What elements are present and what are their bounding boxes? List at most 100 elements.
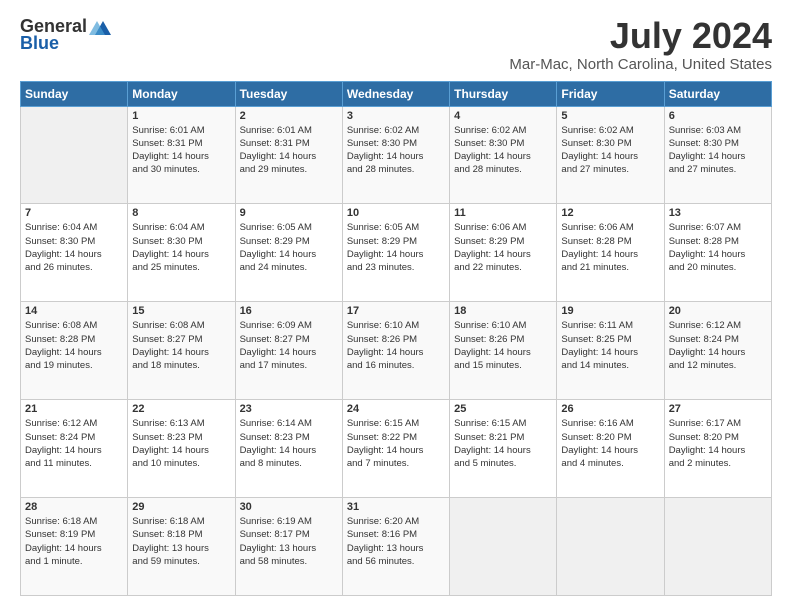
day-info: Sunrise: 6:19 AM Sunset: 8:17 PM Dayligh… bbox=[240, 515, 338, 568]
day-cell: 9 Sunrise: 6:05 AM Sunset: 8:29 PM Daylig… bbox=[235, 204, 342, 302]
day-number: 25 bbox=[454, 403, 552, 415]
day-cell: 10Sunrise: 6:05 AM Sunset: 8:29 PM Dayli… bbox=[342, 204, 449, 302]
day-number: 18 bbox=[454, 305, 552, 317]
header: General Blue July 2024 Mar-Mac, North Ca… bbox=[20, 16, 772, 73]
day-number: 3 bbox=[347, 110, 445, 122]
day-info: Sunrise: 6:15 AM Sunset: 8:22 PM Dayligh… bbox=[347, 417, 445, 470]
day-cell bbox=[664, 498, 771, 596]
day-number: 24 bbox=[347, 403, 445, 415]
day-info: Sunrise: 6:18 AM Sunset: 8:18 PM Dayligh… bbox=[132, 515, 230, 568]
day-number: 1 bbox=[132, 110, 230, 122]
calendar-header: SundayMondayTuesdayWednesdayThursdayFrid… bbox=[21, 81, 772, 106]
day-info: Sunrise: 6:06 AM Sunset: 8:29 PM Dayligh… bbox=[454, 221, 552, 274]
header-cell-monday: Monday bbox=[128, 81, 235, 106]
day-cell: 31 Sunrise: 6:20 AM Sunset: 8:16 PM Dayli… bbox=[342, 498, 449, 596]
day-number: 10 bbox=[347, 207, 445, 219]
day-number: 2 bbox=[240, 110, 338, 122]
header-row: SundayMondayTuesdayWednesdayThursdayFrid… bbox=[21, 81, 772, 106]
day-info: Sunrise: 6:02 AM Sunset: 8:30 PM Dayligh… bbox=[561, 124, 659, 177]
day-number: 16 bbox=[240, 305, 338, 317]
day-number: 29 bbox=[132, 501, 230, 513]
day-info: Sunrise: 6:10 AM Sunset: 8:26 PM Dayligh… bbox=[347, 319, 445, 372]
day-cell: 3Sunrise: 6:02 AM Sunset: 8:30 PM Daylig… bbox=[342, 106, 449, 204]
day-cell: 11 Sunrise: 6:06 AM Sunset: 8:29 PM Dayli… bbox=[450, 204, 557, 302]
page: General Blue July 2024 Mar-Mac, North Ca… bbox=[0, 0, 792, 612]
day-info: Sunrise: 6:04 AM Sunset: 8:30 PM Dayligh… bbox=[132, 221, 230, 274]
day-cell: 20Sunrise: 6:12 AM Sunset: 8:24 PM Dayli… bbox=[664, 302, 771, 400]
week-row-2: 7 Sunrise: 6:04 AM Sunset: 8:30 PM Daylig… bbox=[21, 204, 772, 302]
day-cell: 19 Sunrise: 6:11 AM Sunset: 8:25 PM Dayli… bbox=[557, 302, 664, 400]
day-number: 20 bbox=[669, 305, 767, 317]
day-number: 9 bbox=[240, 207, 338, 219]
day-cell: 13 Sunrise: 6:07 AM Sunset: 8:28 PM Dayli… bbox=[664, 204, 771, 302]
day-info: Sunrise: 6:11 AM Sunset: 8:25 PM Dayligh… bbox=[561, 319, 659, 372]
day-info: Sunrise: 6:10 AM Sunset: 8:26 PM Dayligh… bbox=[454, 319, 552, 372]
header-cell-thursday: Thursday bbox=[450, 81, 557, 106]
day-info: Sunrise: 6:15 AM Sunset: 8:21 PM Dayligh… bbox=[454, 417, 552, 470]
week-row-1: 1 Sunrise: 6:01 AM Sunset: 8:31 PM Daylig… bbox=[21, 106, 772, 204]
day-cell: 1 Sunrise: 6:01 AM Sunset: 8:31 PM Daylig… bbox=[128, 106, 235, 204]
day-number: 23 bbox=[240, 403, 338, 415]
day-number: 6 bbox=[669, 110, 767, 122]
week-row-3: 14 Sunrise: 6:08 AM Sunset: 8:28 PM Dayli… bbox=[21, 302, 772, 400]
day-number: 8 bbox=[132, 207, 230, 219]
header-cell-tuesday: Tuesday bbox=[235, 81, 342, 106]
day-cell: 18 Sunrise: 6:10 AM Sunset: 8:26 PM Dayli… bbox=[450, 302, 557, 400]
day-cell: 22Sunrise: 6:13 AM Sunset: 8:23 PM Dayli… bbox=[128, 400, 235, 498]
day-cell: 24 Sunrise: 6:15 AM Sunset: 8:22 PM Dayli… bbox=[342, 400, 449, 498]
day-cell: 5Sunrise: 6:02 AM Sunset: 8:30 PM Daylig… bbox=[557, 106, 664, 204]
day-number: 4 bbox=[454, 110, 552, 122]
day-info: Sunrise: 6:02 AM Sunset: 8:30 PM Dayligh… bbox=[454, 124, 552, 177]
header-cell-wednesday: Wednesday bbox=[342, 81, 449, 106]
day-info: Sunrise: 6:04 AM Sunset: 8:30 PM Dayligh… bbox=[25, 221, 123, 274]
day-cell bbox=[557, 498, 664, 596]
day-info: Sunrise: 6:07 AM Sunset: 8:28 PM Dayligh… bbox=[669, 221, 767, 274]
logo: General Blue bbox=[20, 16, 111, 54]
day-number: 11 bbox=[454, 207, 552, 219]
page-title: July 2024 bbox=[509, 16, 772, 56]
week-row-4: 21Sunrise: 6:12 AM Sunset: 8:24 PM Dayli… bbox=[21, 400, 772, 498]
day-number: 31 bbox=[347, 501, 445, 513]
day-number: 28 bbox=[25, 501, 123, 513]
day-cell: 27 Sunrise: 6:17 AM Sunset: 8:20 PM Dayli… bbox=[664, 400, 771, 498]
header-cell-saturday: Saturday bbox=[664, 81, 771, 106]
logo-blue: Blue bbox=[20, 33, 59, 54]
day-cell: 29 Sunrise: 6:18 AM Sunset: 8:18 PM Dayli… bbox=[128, 498, 235, 596]
day-number: 14 bbox=[25, 305, 123, 317]
logo-icon bbox=[89, 17, 111, 37]
day-number: 19 bbox=[561, 305, 659, 317]
day-number: 21 bbox=[25, 403, 123, 415]
day-number: 7 bbox=[25, 207, 123, 219]
day-cell: 7 Sunrise: 6:04 AM Sunset: 8:30 PM Daylig… bbox=[21, 204, 128, 302]
day-cell: 17 Sunrise: 6:10 AM Sunset: 8:26 PM Dayli… bbox=[342, 302, 449, 400]
day-info: Sunrise: 6:14 AM Sunset: 8:23 PM Dayligh… bbox=[240, 417, 338, 470]
calendar-body: 1 Sunrise: 6:01 AM Sunset: 8:31 PM Daylig… bbox=[21, 106, 772, 595]
day-info: Sunrise: 6:05 AM Sunset: 8:29 PM Dayligh… bbox=[240, 221, 338, 274]
day-info: Sunrise: 6:03 AM Sunset: 8:30 PM Dayligh… bbox=[669, 124, 767, 177]
day-cell: 15Sunrise: 6:08 AM Sunset: 8:27 PM Dayli… bbox=[128, 302, 235, 400]
day-cell bbox=[450, 498, 557, 596]
day-cell: 21Sunrise: 6:12 AM Sunset: 8:24 PM Dayli… bbox=[21, 400, 128, 498]
day-info: Sunrise: 6:08 AM Sunset: 8:28 PM Dayligh… bbox=[25, 319, 123, 372]
day-info: Sunrise: 6:18 AM Sunset: 8:19 PM Dayligh… bbox=[25, 515, 123, 568]
day-cell: 2Sunrise: 6:01 AM Sunset: 8:31 PM Daylig… bbox=[235, 106, 342, 204]
day-info: Sunrise: 6:01 AM Sunset: 8:31 PM Dayligh… bbox=[132, 124, 230, 177]
calendar-table: SundayMondayTuesdayWednesdayThursdayFrid… bbox=[20, 81, 772, 596]
page-subtitle: Mar-Mac, North Carolina, United States bbox=[509, 56, 772, 73]
day-cell: 6 Sunrise: 6:03 AM Sunset: 8:30 PM Daylig… bbox=[664, 106, 771, 204]
day-cell: 23 Sunrise: 6:14 AM Sunset: 8:23 PM Dayli… bbox=[235, 400, 342, 498]
day-number: 17 bbox=[347, 305, 445, 317]
day-info: Sunrise: 6:06 AM Sunset: 8:28 PM Dayligh… bbox=[561, 221, 659, 274]
day-cell: 30Sunrise: 6:19 AM Sunset: 8:17 PM Dayli… bbox=[235, 498, 342, 596]
day-number: 13 bbox=[669, 207, 767, 219]
day-cell: 26Sunrise: 6:16 AM Sunset: 8:20 PM Dayli… bbox=[557, 400, 664, 498]
day-cell: 25 Sunrise: 6:15 AM Sunset: 8:21 PM Dayli… bbox=[450, 400, 557, 498]
day-number: 26 bbox=[561, 403, 659, 415]
day-info: Sunrise: 6:13 AM Sunset: 8:23 PM Dayligh… bbox=[132, 417, 230, 470]
day-info: Sunrise: 6:09 AM Sunset: 8:27 PM Dayligh… bbox=[240, 319, 338, 372]
day-number: 27 bbox=[669, 403, 767, 415]
day-info: Sunrise: 6:17 AM Sunset: 8:20 PM Dayligh… bbox=[669, 417, 767, 470]
day-cell: 8 Sunrise: 6:04 AM Sunset: 8:30 PM Daylig… bbox=[128, 204, 235, 302]
day-info: Sunrise: 6:20 AM Sunset: 8:16 PM Dayligh… bbox=[347, 515, 445, 568]
day-number: 12 bbox=[561, 207, 659, 219]
